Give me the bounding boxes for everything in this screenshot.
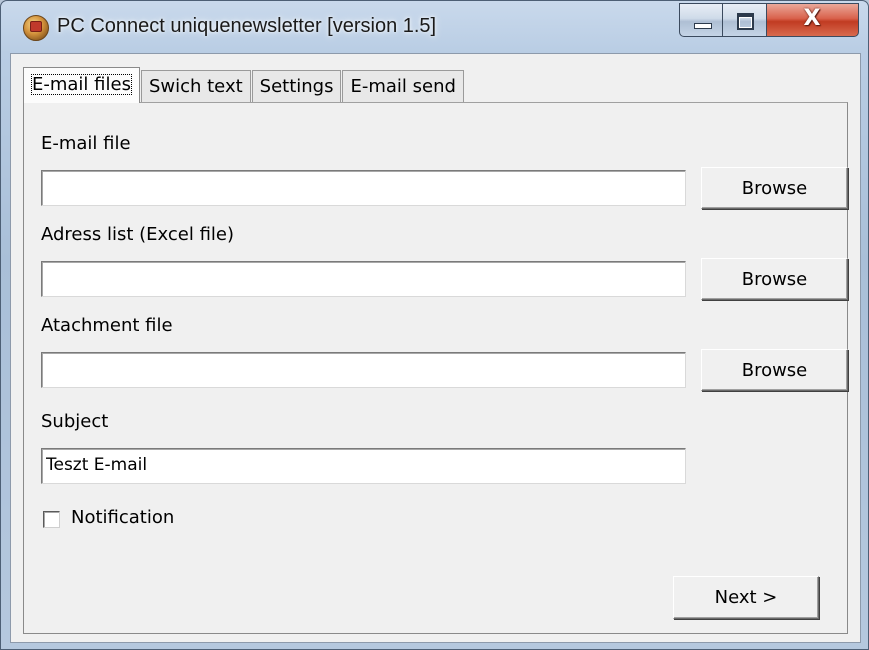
tab-label: E-mail send [350, 76, 456, 97]
tab-email-send[interactable]: E-mail send [342, 70, 464, 102]
tab-label: E-mail files [31, 74, 132, 95]
maximize-icon [737, 13, 754, 30]
next-button[interactable]: Next > [673, 576, 819, 619]
email-file-field[interactable] [41, 170, 686, 206]
subject-label: Subject [41, 411, 109, 432]
browse-email-file-button[interactable]: Browse [701, 167, 848, 209]
tab-label: Swich text [148, 76, 243, 97]
attachment-file-label: Atachment file [41, 315, 173, 336]
tab-switch-text[interactable]: Swich text [140, 70, 251, 102]
email-file-label: E-mail file [41, 133, 131, 154]
window-title: PC Connect uniquenewsletter [version 1.5… [57, 15, 437, 37]
attachment-file-input[interactable] [46, 359, 681, 379]
notification-checkbox[interactable] [43, 511, 60, 528]
subject-input[interactable] [46, 455, 681, 475]
maximize-button[interactable] [723, 3, 767, 37]
app-icon[interactable] [23, 15, 49, 41]
close-button[interactable]: X [767, 3, 859, 37]
title-bar[interactable]: PC Connect uniquenewsletter [version 1.5… [1, 1, 868, 53]
caption-buttons: X [679, 3, 859, 39]
attachment-file-field[interactable] [41, 352, 686, 388]
email-file-input[interactable] [46, 177, 681, 197]
client-area: E-mail files Swich text Settings E-mail … [10, 53, 861, 643]
tab-settings[interactable]: Settings [251, 70, 342, 102]
address-list-label: Adress list (Excel file) [41, 224, 234, 245]
minimize-button[interactable] [679, 3, 723, 37]
tab-strip: E-mail files Swich text Settings E-mail … [23, 66, 465, 103]
tab-email-files[interactable]: E-mail files [23, 67, 140, 103]
close-icon: X [803, 6, 821, 31]
address-list-field[interactable] [41, 261, 686, 297]
address-list-input[interactable] [46, 268, 681, 288]
app-window: PC Connect uniquenewsletter [version 1.5… [0, 0, 869, 650]
notification-label[interactable]: Notification [71, 507, 174, 528]
browse-attachment-file-button[interactable]: Browse [701, 349, 848, 391]
tab-label: Settings [259, 76, 334, 97]
minimize-icon [694, 23, 712, 29]
tab-panel-email-files: E-mail file Browse Adress list (Excel fi… [23, 102, 848, 634]
subject-field[interactable] [41, 448, 686, 484]
browse-address-list-button[interactable]: Browse [701, 258, 848, 300]
